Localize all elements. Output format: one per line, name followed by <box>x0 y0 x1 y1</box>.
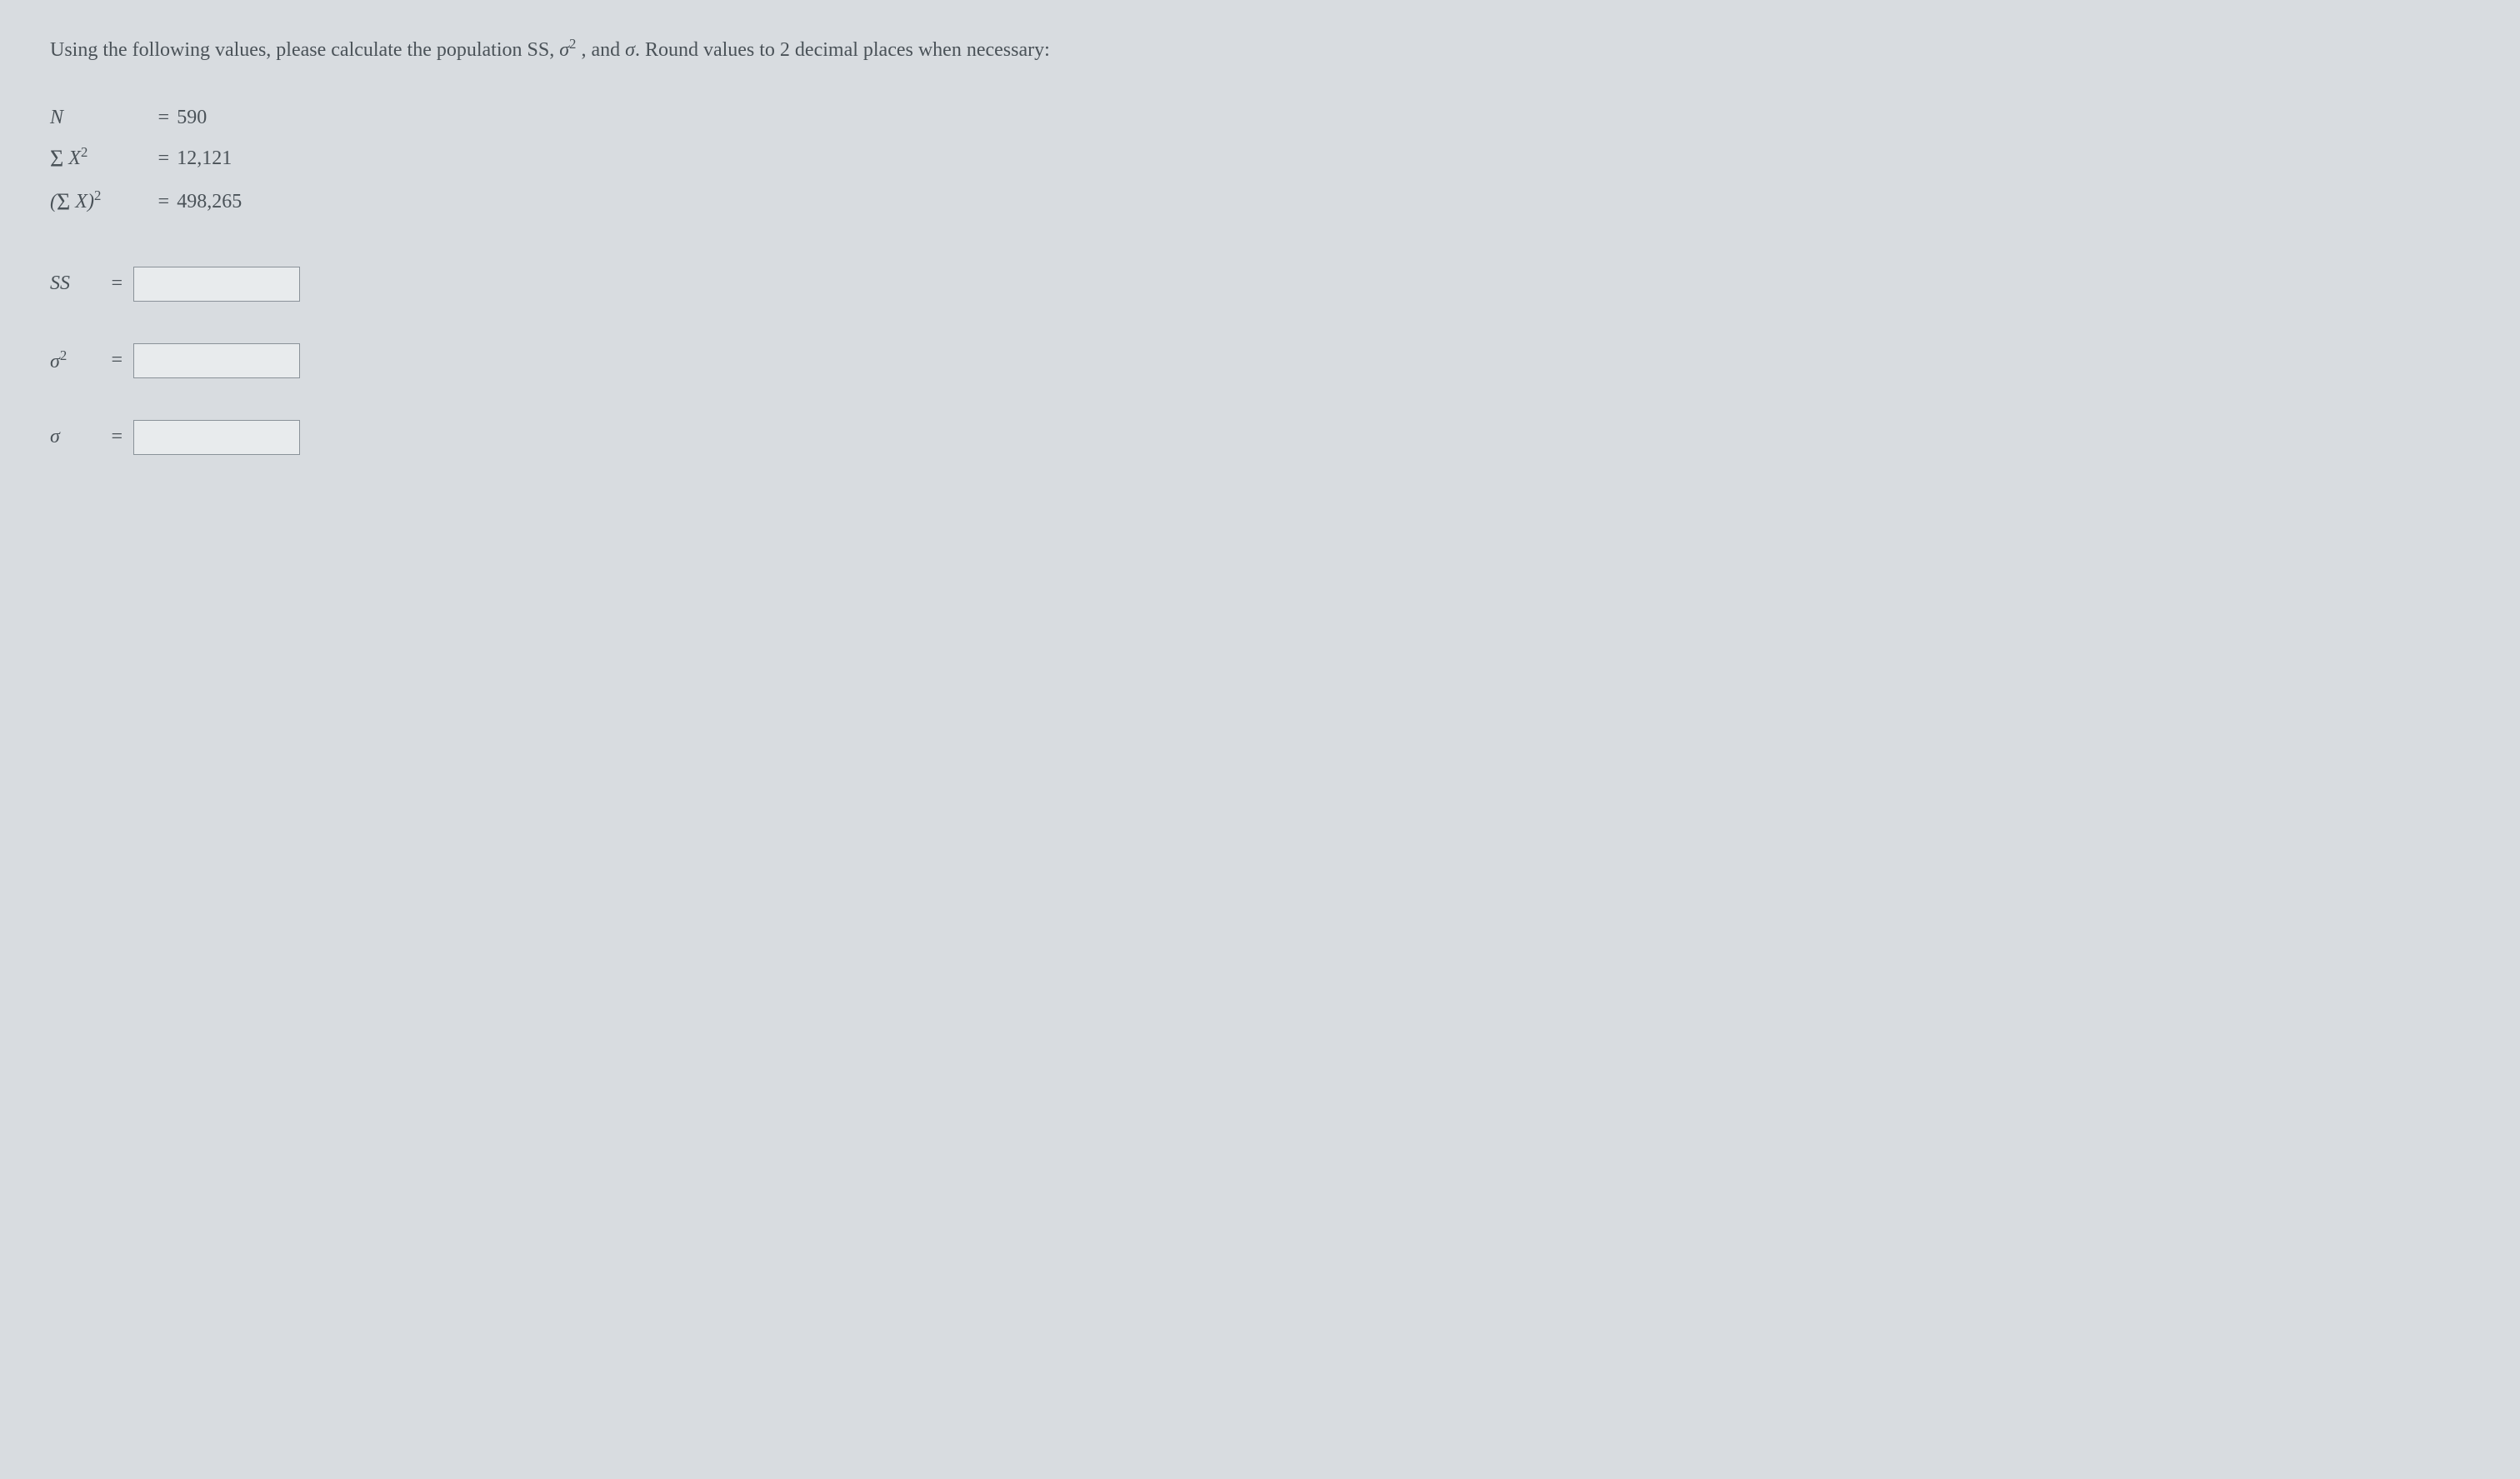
prompt-text-3: . Round values to 2 decimal places when … <box>635 39 1050 61</box>
sd-input[interactable] <box>133 420 300 455</box>
ss-input[interactable] <box>133 267 300 302</box>
sd-answer-row: σ = <box>50 420 2470 455</box>
sumx2-symbol: Σ X2 <box>50 144 150 172</box>
given-sumx2-row: Σ X2 = 12,121 <box>50 144 2470 172</box>
sumx-squared-symbol: (Σ X)2 <box>50 187 150 216</box>
given-n-row: N = 590 <box>50 107 2470 129</box>
equals-sign: = <box>157 107 170 129</box>
ss-label: SS <box>50 272 100 295</box>
variance-input[interactable] <box>133 343 300 378</box>
variance-label: σ2 <box>50 347 100 373</box>
equals-sign: = <box>110 272 123 295</box>
equals-sign: = <box>157 191 170 213</box>
sigma-symbol: σ <box>625 39 635 61</box>
equals-sign: = <box>110 349 123 372</box>
ss-answer-row: SS = <box>50 267 2470 302</box>
variance-answer-row: σ2 = <box>50 343 2470 378</box>
given-values-block: N = 590 Σ X2 = 12,121 (Σ X)2 = 498,265 <box>50 107 2470 217</box>
equals-sign: = <box>110 426 123 448</box>
question-container: Using the following values, please calcu… <box>50 33 2470 455</box>
sigma-icon: Σ <box>57 190 70 216</box>
sigma-icon: Σ <box>50 146 63 172</box>
given-sumx-squared-row: (Σ X)2 = 498,265 <box>50 187 2470 216</box>
sumx-squared-value: 498,265 <box>177 191 242 213</box>
prompt-text-1: Using the following values, please calcu… <box>50 39 559 61</box>
equals-sign: = <box>157 147 170 170</box>
sumx2-value: 12,121 <box>177 147 232 170</box>
answers-block: SS = σ2 = σ = <box>50 267 2470 455</box>
sigma-squared-symbol: σ2 <box>559 39 576 61</box>
question-prompt: Using the following values, please calcu… <box>50 33 2470 65</box>
n-symbol: N <box>50 107 150 129</box>
sd-label: σ <box>50 426 100 448</box>
n-value: 590 <box>177 107 207 129</box>
prompt-text-2: , and <box>576 39 625 61</box>
